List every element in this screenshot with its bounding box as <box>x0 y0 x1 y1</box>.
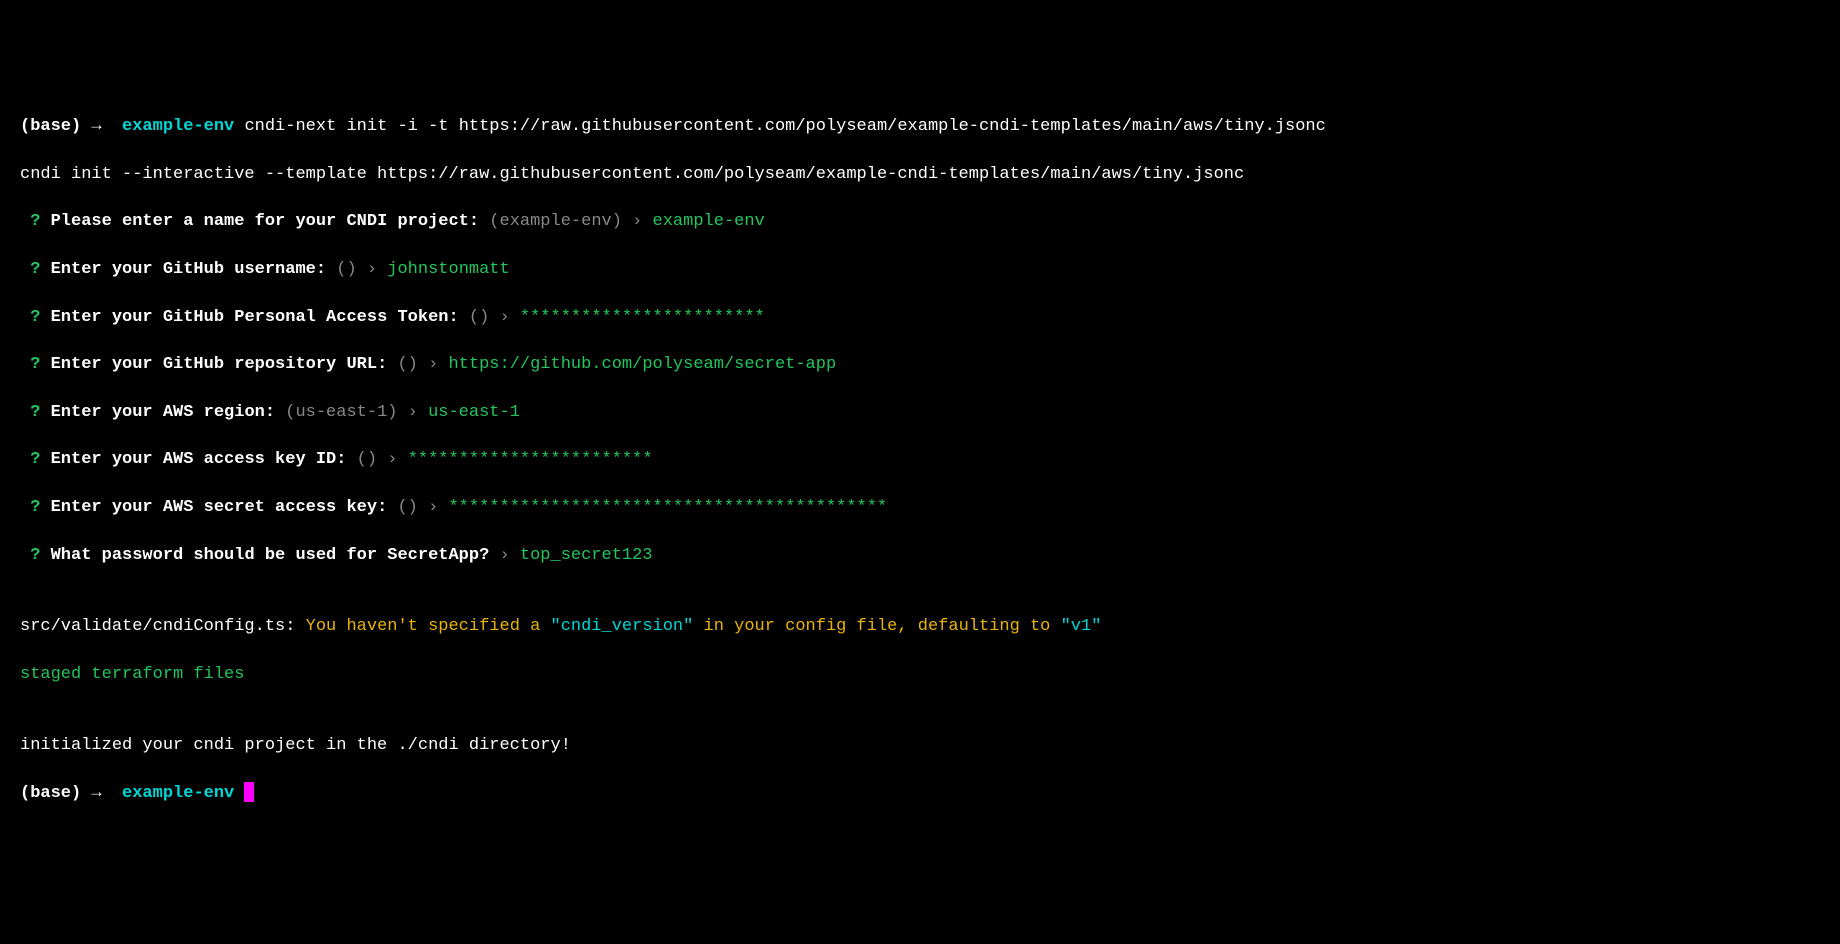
prompt-angle-icon: › <box>408 403 418 422</box>
prompt-env: example-env <box>122 784 234 803</box>
answer-text: johnstonmatt <box>387 260 509 279</box>
question-line-2: ? Enter your GitHub Personal Access Toke… <box>20 306 1820 330</box>
question-text: Enter your GitHub Personal Access Token: <box>51 308 459 327</box>
initialized-message: initialized your cndi project in the ./c… <box>20 734 1820 758</box>
warning-source: src/validate/cndiConfig.ts: <box>20 617 295 636</box>
default-hint: () <box>336 260 356 279</box>
question-text: Enter your GitHub repository URL: <box>51 355 388 374</box>
question-line-3: ? Enter your GitHub repository URL: () ›… <box>20 353 1820 377</box>
question-mark-icon: ? <box>30 546 40 565</box>
answer-text: top_secret123 <box>520 546 653 565</box>
question-line-4: ? Enter your AWS region: (us-east-1) › u… <box>20 401 1820 425</box>
question-text: Enter your AWS region: <box>51 403 275 422</box>
terminal-output[interactable]: (base) → example-env cndi-next init -i -… <box>20 115 1820 805</box>
prompt-angle-icon: › <box>428 498 438 517</box>
answer-text: ****************************************… <box>448 498 887 517</box>
prompt-angle-icon: › <box>367 260 377 279</box>
question-line-1: ? Enter your GitHub username: () › johns… <box>20 258 1820 282</box>
default-hint: (example-env) <box>489 212 622 231</box>
question-mark-icon: ? <box>30 355 40 374</box>
warning-text-1: You haven't specified a <box>306 617 541 636</box>
question-mark-icon: ? <box>30 450 40 469</box>
answer-text: us-east-1 <box>428 403 520 422</box>
prompt-angle-icon: › <box>428 355 438 374</box>
answer-text: https://github.com/polyseam/secret-app <box>448 355 836 374</box>
warning-text-2: in your config file, defaulting to <box>704 617 1051 636</box>
command-text: cndi-next init -i -t https://raw.githubu… <box>244 117 1325 136</box>
question-mark-icon: ? <box>30 308 40 327</box>
default-hint: (us-east-1) <box>285 403 397 422</box>
default-hint: () <box>469 308 489 327</box>
command-line-2: (base) → example-env <box>20 782 1820 806</box>
answer-text: ************************ <box>520 308 765 327</box>
warning-line: src/validate/cndiConfig.ts: You haven't … <box>20 615 1820 639</box>
question-mark-icon: ? <box>30 212 40 231</box>
question-line-5: ? Enter your AWS access key ID: () › ***… <box>20 448 1820 472</box>
prompt-angle-icon: › <box>499 546 509 565</box>
warning-quoted-2: "v1" <box>1061 617 1102 636</box>
question-text: Please enter a name for your CNDI projec… <box>51 212 479 231</box>
prompt-angle-icon: › <box>500 308 510 327</box>
answer-text: example-env <box>653 212 765 231</box>
question-text: What password should be used for SecretA… <box>51 546 490 565</box>
prompt-arrow: → <box>91 784 101 803</box>
question-mark-icon: ? <box>30 403 40 422</box>
question-line-6: ? Enter your AWS secret access key: () ›… <box>20 496 1820 520</box>
default-hint: () <box>397 498 417 517</box>
warning-quoted-1: "cndi_version" <box>551 617 694 636</box>
echoed-command: cndi init --interactive --template https… <box>20 163 1820 187</box>
question-text: Enter your GitHub username: <box>51 260 326 279</box>
answer-text: ************************ <box>408 450 653 469</box>
question-text: Enter your AWS access key ID: <box>51 450 347 469</box>
prompt-arrow: → <box>91 117 101 136</box>
prompt-angle-icon: › <box>632 212 642 231</box>
prompt-base: (base) <box>20 117 81 136</box>
default-hint: () <box>357 450 377 469</box>
question-mark-icon: ? <box>30 260 40 279</box>
question-line-0: ? Please enter a name for your CNDI proj… <box>20 210 1820 234</box>
staged-message: staged terraform files <box>20 663 1820 687</box>
prompt-env: example-env <box>122 117 234 136</box>
default-hint: () <box>397 355 417 374</box>
question-line-7: ? What password should be used for Secre… <box>20 544 1820 568</box>
command-line-1: (base) → example-env cndi-next init -i -… <box>20 115 1820 139</box>
prompt-base: (base) <box>20 784 81 803</box>
question-mark-icon: ? <box>30 498 40 517</box>
question-text: Enter your AWS secret access key: <box>51 498 388 517</box>
prompt-angle-icon: › <box>387 450 397 469</box>
cursor-icon <box>244 782 254 802</box>
